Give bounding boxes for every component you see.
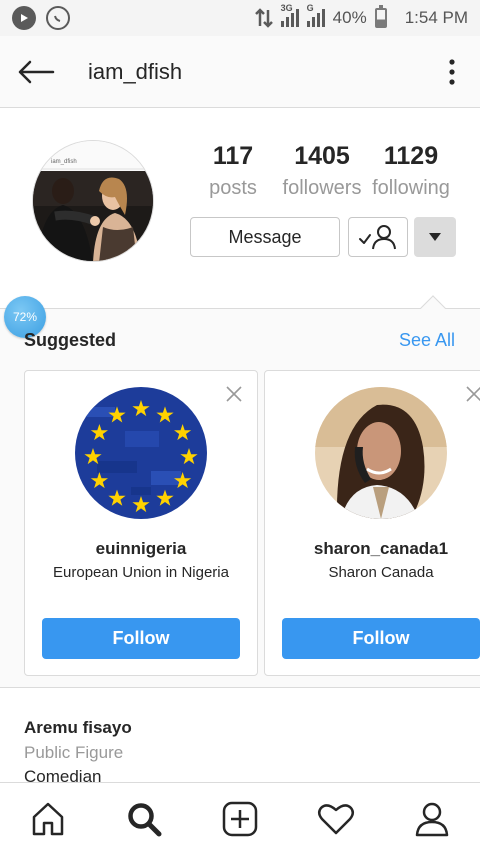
posts-count: 117: [212, 142, 254, 170]
suggestions-toggle-button[interactable]: [414, 217, 456, 257]
nav-home[interactable]: [18, 789, 78, 849]
nav-activity[interactable]: [306, 789, 366, 849]
message-button[interactable]: Message: [190, 217, 340, 257]
status-bar: 3G G 40% 1:54 PM: [0, 0, 480, 36]
battery-percent: 40%: [332, 8, 367, 27]
suggestion-avatar[interactable]: [315, 387, 447, 519]
data-transfer-icon: [254, 8, 273, 28]
back-button[interactable]: [0, 36, 72, 108]
signal-g-icon: G: [306, 3, 325, 27]
follow-button[interactable]: Follow: [42, 618, 240, 659]
nav-search[interactable]: [114, 789, 174, 849]
stat-following[interactable]: 1129 following: [367, 142, 455, 200]
profile-header: iam_dfish: [0, 36, 480, 108]
app-screen: 3G G 40% 1:54 PM iam_dfish iam_dfish 117…: [0, 0, 480, 854]
signal-3g-icon: 3G: [280, 3, 299, 27]
home-icon: [32, 802, 64, 835]
following-count: 1129: [383, 142, 439, 170]
dismiss-suggestion-button[interactable]: [225, 385, 243, 403]
stat-posts[interactable]: 117 posts: [207, 142, 259, 200]
header-username: iam_dfish: [88, 58, 183, 84]
bio-category: Public Figure: [24, 743, 124, 762]
profile-icon: [415, 802, 449, 836]
close-icon: [466, 386, 480, 402]
back-arrow-icon: [18, 60, 55, 83]
following-status-button[interactable]: [348, 217, 408, 257]
posts-label: posts: [209, 177, 257, 199]
followers-label: followers: [282, 177, 362, 199]
profile-avatar[interactable]: iam_dfish: [32, 140, 154, 262]
suggestion-full-name: European Union in Nigeria: [53, 564, 229, 581]
app-notification-icon: [12, 6, 36, 30]
close-icon: [226, 386, 242, 402]
network-g-label: G: [306, 3, 314, 13]
network-3g-label: 3G: [280, 3, 293, 13]
bottom-navigation: [0, 782, 480, 854]
suggestion-full-name: Sharon Canada: [328, 564, 434, 581]
nav-profile[interactable]: [402, 789, 462, 849]
stat-followers[interactable]: 1405 followers: [278, 142, 366, 200]
followers-count: 1405: [294, 142, 350, 170]
search-icon: [128, 802, 162, 836]
follow-button[interactable]: Follow: [282, 618, 480, 659]
bio-name: Aremu fisayo: [24, 718, 132, 737]
battery-icon: [374, 5, 387, 28]
follow-check-icon: [359, 225, 396, 250]
add-post-icon: [222, 801, 258, 836]
suggestion-card[interactable]: euinnigeria European Union in Nigeria Fo…: [24, 370, 258, 676]
more-vertical-icon: [449, 58, 455, 85]
avatar-caption: iam_dfish: [51, 159, 77, 165]
caret-down-icon: [429, 233, 441, 241]
whatsapp-icon: [46, 6, 70, 30]
suggestion-card[interactable]: sharon_canada1 Sharon Canada Follow: [264, 370, 480, 676]
heart-icon: [318, 803, 354, 834]
clock: 1:54 PM: [404, 8, 468, 27]
dismiss-suggestion-button[interactable]: [465, 385, 480, 403]
nav-new-post[interactable]: [210, 789, 270, 849]
suggestion-username[interactable]: sharon_canada1: [265, 539, 480, 559]
suggestion-avatar[interactable]: [75, 387, 207, 519]
following-label: following: [372, 177, 450, 199]
suggestion-username[interactable]: euinnigeria: [25, 539, 257, 559]
see-all-link[interactable]: See All: [399, 330, 455, 351]
suggested-title: Suggested: [24, 330, 117, 350]
more-options-button[interactable]: [424, 36, 480, 108]
